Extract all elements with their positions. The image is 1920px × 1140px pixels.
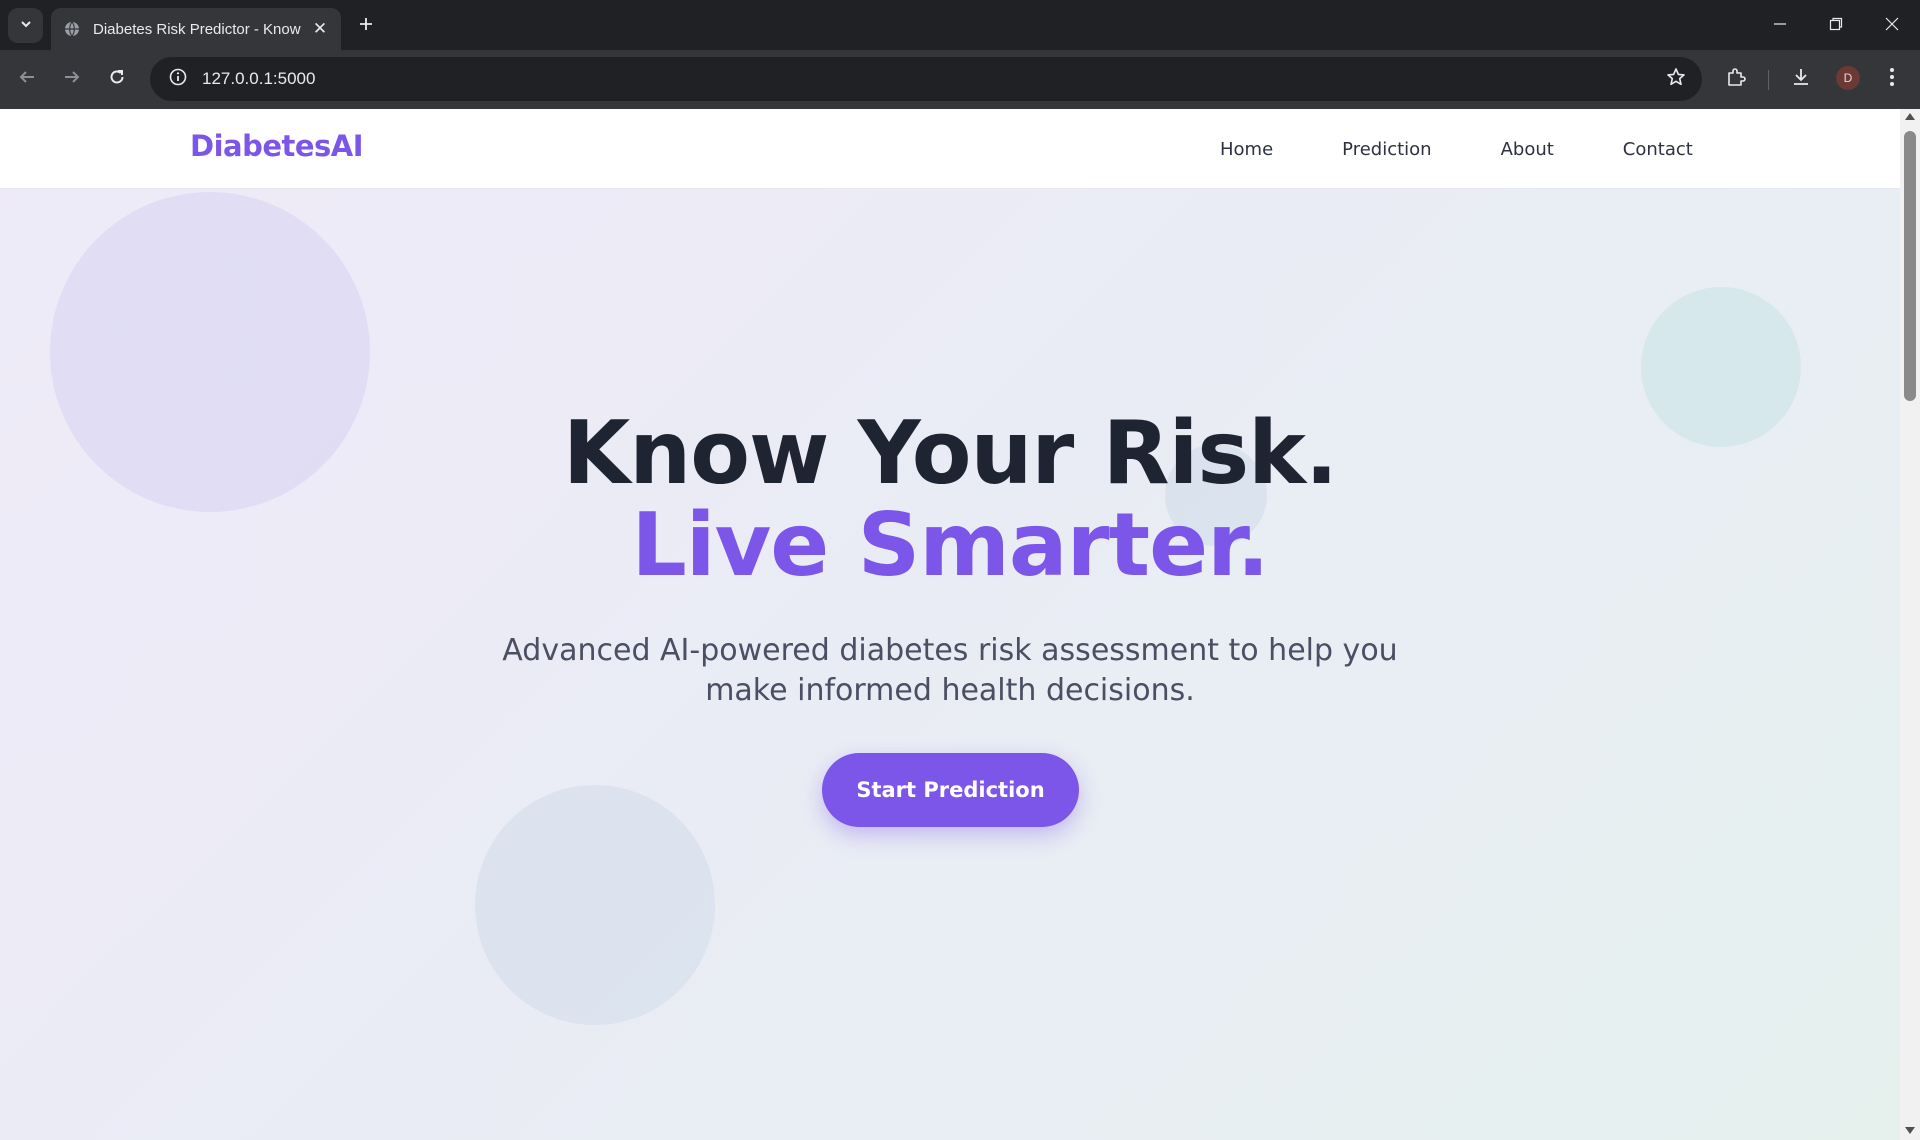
more-menu-icon [1889,67,1895,91]
tab-list-icon [19,16,33,35]
bookmark-button[interactable] [1664,67,1688,91]
reload-button[interactable] [100,62,134,96]
close-icon[interactable]: ✕ [309,18,331,40]
tab-search-button[interactable] [8,8,43,43]
url-text[interactable]: 127.0.0.1:5000 [202,69,315,89]
star-icon [1666,67,1686,91]
extensions-button[interactable] [1719,62,1753,96]
back-icon [18,68,36,90]
scroll-up-arrow-icon[interactable] [1905,113,1915,120]
hero-title: Know Your Risk. [562,402,1338,504]
new-tab-button[interactable] [352,12,380,40]
extensions-icon [1726,67,1746,91]
hero-subtitle: Live Smarter. [631,494,1269,596]
page-viewport: DiabetesAI Home Prediction About Contact… [0,109,1900,1140]
window-controls [1752,0,1920,50]
back-button[interactable] [10,62,44,96]
site-info-icon [169,68,187,90]
minimize-button[interactable] [1752,0,1808,50]
browser-tab-bar: Diabetes Risk Predictor - Know ✕ [0,0,1920,50]
hero-section: Know Your Risk. Live Smarter. Advanced A… [0,109,1900,1140]
close-window-button[interactable] [1864,0,1920,50]
plus-icon [358,16,374,36]
hero-description: Advanced AI-powered diabetes risk assess… [502,633,1398,708]
start-prediction-button[interactable]: Start Prediction [822,753,1079,827]
restore-icon [1829,16,1843,35]
toolbar-divider [1768,70,1769,90]
reload-icon [108,68,126,90]
address-bar[interactable]: 127.0.0.1:5000 [150,57,1702,101]
site-info-button[interactable] [156,57,200,101]
profile-avatar[interactable]: D [1836,66,1860,90]
restore-button[interactable] [1808,0,1864,50]
globe-favicon-icon [63,20,81,38]
scroll-down-arrow-icon[interactable] [1905,1127,1915,1134]
scrollbar-thumb[interactable] [1904,131,1916,401]
page-scrollbar[interactable] [1900,109,1920,1140]
forward-button[interactable] [55,62,89,96]
minimize-icon [1773,16,1787,35]
browser-toolbar: 127.0.0.1:5000 [0,50,1920,109]
browser-tab-active[interactable]: Diabetes Risk Predictor - Know ✕ [51,8,341,50]
downloads-button[interactable] [1784,62,1818,96]
window-close-icon [1885,16,1899,35]
forward-icon [63,68,81,90]
more-menu-button[interactable] [1875,62,1909,96]
download-icon [1791,67,1811,91]
tab-title: Diabetes Risk Predictor - Know [93,20,301,38]
